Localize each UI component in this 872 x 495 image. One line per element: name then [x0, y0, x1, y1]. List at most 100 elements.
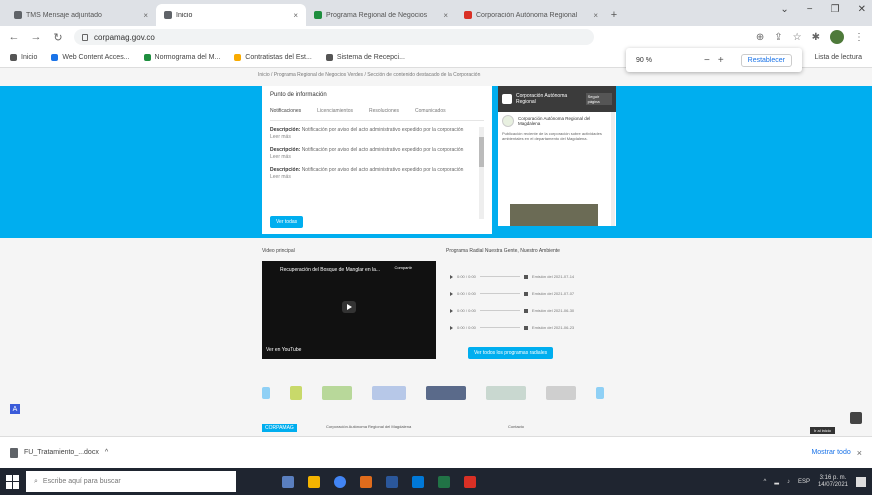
edge-icon[interactable]	[412, 475, 424, 488]
reload-icon[interactable]: ↻	[52, 31, 64, 44]
windows-start-icon[interactable]	[6, 474, 20, 489]
carousel-prev-icon[interactable]	[262, 387, 270, 399]
volume-icon[interactable]	[523, 308, 528, 313]
audio-progress[interactable]	[479, 293, 520, 294]
audio-player[interactable]: 0:00 / 0:00 Emisión del 2021-07-14	[450, 268, 600, 285]
excel-icon[interactable]	[438, 475, 450, 488]
close-downloads-icon[interactable]: ×	[857, 448, 862, 458]
partner-logo[interactable]	[372, 386, 406, 400]
read-more-link[interactable]: Leer más	[270, 134, 474, 141]
close-tab-icon[interactable]: ×	[293, 11, 298, 20]
read-more-link[interactable]: Leer más	[270, 174, 474, 181]
close-window-icon[interactable]: ✕	[858, 4, 866, 15]
taskbar-search[interactable]: ⌕ Escribe aquí para buscar	[26, 471, 236, 492]
audio-progress[interactable]	[479, 276, 520, 277]
task-view-icon[interactable]	[282, 475, 294, 488]
maximize-icon[interactable]: ❐	[831, 4, 840, 15]
play-icon[interactable]	[342, 301, 356, 313]
acrobat-icon[interactable]	[464, 475, 476, 488]
menu-icon[interactable]: ⋮	[854, 32, 864, 43]
chrome-icon[interactable]	[334, 475, 346, 488]
new-tab-button[interactable]: +	[606, 4, 622, 26]
volume-icon[interactable]	[523, 291, 528, 296]
page-avatar[interactable]	[502, 115, 514, 127]
browser-tab[interactable]: Programa Regional de Negocios ×	[306, 4, 456, 26]
zoom-out-button[interactable]: −	[704, 55, 710, 66]
all-programs-button[interactable]: Ver todos los programas radiales	[468, 347, 554, 359]
tray-chevron-icon[interactable]: ^	[764, 479, 767, 485]
browser-tab[interactable]: Corporación Autónoma Regional ×	[456, 4, 606, 26]
audio-progress[interactable]	[479, 310, 520, 311]
browser-tab[interactable]: TMS Mensaje adjuntado ×	[6, 4, 156, 26]
close-tab-icon[interactable]: ×	[593, 11, 598, 20]
word-icon[interactable]	[386, 475, 398, 488]
video-title[interactable]: Recuperación del Bosque de Manglar en la…	[280, 267, 380, 273]
bookmark-star-icon[interactable]: ☆	[793, 32, 802, 43]
partner-logo[interactable]	[290, 386, 302, 400]
share-icon[interactable]: ⇪	[774, 32, 782, 43]
audio-player[interactable]: 0:00 / 0:00 Emisión del 2021-07-07	[450, 285, 600, 302]
show-all-button[interactable]: Mostrar todo	[811, 449, 850, 456]
zoom-icon[interactable]: ⊕	[756, 32, 764, 43]
forward-icon[interactable]: →	[30, 31, 42, 43]
post-image[interactable]	[510, 204, 598, 226]
reading-list[interactable]: Lista de lectura	[815, 54, 862, 61]
address-bar[interactable]: corpamag.gov.co	[74, 29, 594, 45]
extensions-icon[interactable]: ✱	[812, 32, 820, 43]
carousel-next-icon[interactable]	[596, 387, 604, 399]
bookmark-item[interactable]: Contratistas del Est...	[234, 54, 312, 61]
view-all-button[interactable]: Ver todas	[270, 216, 304, 228]
download-options-icon[interactable]: ^	[105, 449, 108, 456]
volume-tray-icon[interactable]: ♪	[787, 479, 790, 485]
close-tab-icon[interactable]: ×	[443, 11, 448, 20]
zoom-in-button[interactable]: +	[718, 55, 724, 66]
clock[interactable]: 3:16 p. m. 14/07/2021	[818, 475, 848, 489]
play-icon[interactable]	[450, 291, 453, 296]
youtube-link[interactable]: Ver en YouTube	[266, 347, 301, 353]
minimize-icon[interactable]: −	[807, 4, 813, 15]
bookmark-item[interactable]: Web Content Acces...	[51, 54, 130, 61]
go-top-button[interactable]: Ir al inicio	[810, 427, 835, 434]
chat-icon[interactable]	[850, 412, 862, 424]
facebook-scrollbar[interactable]	[611, 112, 615, 226]
zoom-reset-button[interactable]: Restablecer	[740, 53, 792, 67]
play-icon[interactable]	[450, 274, 453, 279]
bookmark-item[interactable]: Inicio	[10, 54, 37, 61]
app-icon[interactable]	[360, 475, 372, 488]
facebook-page-title[interactable]: Corporación Autónoma Regional	[516, 93, 582, 105]
news-scrollbar[interactable]	[479, 127, 484, 219]
browser-tab-active[interactable]: Inicio ×	[156, 4, 306, 26]
tab-search-icon[interactable]: ⌄	[780, 4, 788, 15]
info-tab[interactable]: Licenciamientos	[317, 108, 353, 114]
info-tab[interactable]: Resoluciones	[369, 108, 399, 114]
partner-logo[interactable]	[322, 386, 352, 400]
close-tab-icon[interactable]: ×	[143, 11, 148, 20]
follow-button[interactable]: Seguir página	[585, 93, 612, 105]
volume-icon[interactable]	[523, 274, 528, 279]
play-icon[interactable]	[450, 308, 453, 313]
back-icon[interactable]: ←	[8, 31, 20, 43]
volume-icon[interactable]	[523, 325, 528, 330]
network-icon[interactable]: ▂	[774, 478, 779, 485]
profile-avatar[interactable]	[830, 30, 844, 44]
bookmark-item[interactable]: Sistema de Recepci...	[325, 54, 405, 61]
play-icon[interactable]	[450, 325, 453, 330]
info-tab[interactable]: Notificaciones	[270, 108, 301, 114]
share-button[interactable]: Compartir	[394, 265, 412, 270]
bookmark-item[interactable]: Normograma del M...	[143, 54, 220, 61]
read-more-link[interactable]: Leer más	[270, 154, 474, 161]
file-explorer-icon[interactable]	[308, 475, 320, 488]
info-tab[interactable]: Comunicados	[415, 108, 446, 114]
accessibility-button[interactable]: A	[10, 404, 20, 414]
partner-logo[interactable]	[546, 386, 576, 400]
audio-progress[interactable]	[479, 327, 520, 328]
scroll-thumb[interactable]	[479, 137, 484, 167]
page-name[interactable]: Corporación Autónoma Regional del Magdal…	[518, 116, 612, 126]
video-player[interactable]: Recuperación del Bosque de Manglar en la…	[262, 261, 436, 359]
partner-logo[interactable]	[486, 386, 526, 400]
language-indicator[interactable]: ESP	[798, 479, 810, 485]
audio-player[interactable]: 0:00 / 0:00 Emisión del 2021-06-23	[450, 319, 600, 336]
audio-player[interactable]: 0:00 / 0:00 Emisión del 2021-06-30	[450, 302, 600, 319]
notification-icon[interactable]	[856, 476, 866, 487]
partner-logo[interactable]	[426, 386, 466, 400]
